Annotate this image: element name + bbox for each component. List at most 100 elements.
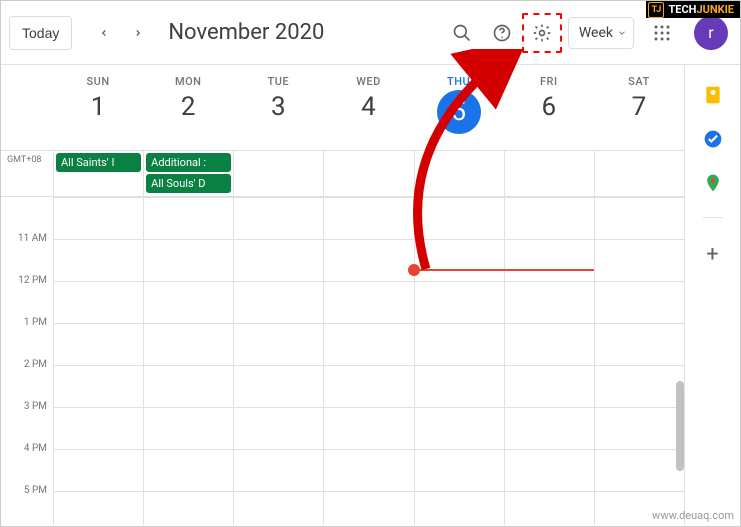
- deuaq-watermark: www.deuaq.com: [652, 509, 734, 522]
- hour-row[interactable]: 12 PM: [1, 281, 684, 323]
- hour-cell[interactable]: [53, 365, 143, 407]
- hour-cell[interactable]: [143, 323, 233, 365]
- apps-grid-icon: [653, 24, 671, 42]
- hour-cell[interactable]: [143, 449, 233, 491]
- hour-cell[interactable]: [143, 365, 233, 407]
- allday-cell-wed[interactable]: [323, 151, 413, 196]
- hour-row[interactable]: 11 AM: [1, 239, 684, 281]
- hour-cell[interactable]: [323, 449, 413, 491]
- help-button[interactable]: [482, 13, 522, 53]
- scrollbar-thumb[interactable]: [676, 381, 684, 471]
- hour-row[interactable]: 1 PM: [1, 323, 684, 365]
- keep-icon[interactable]: [703, 85, 723, 105]
- month-title[interactable]: November 2020: [168, 20, 324, 45]
- search-button[interactable]: [442, 13, 482, 53]
- maps-icon[interactable]: [703, 173, 723, 193]
- hour-label: 12 PM: [1, 275, 53, 317]
- hour-cell[interactable]: [414, 323, 504, 365]
- hour-cell[interactable]: [323, 323, 413, 365]
- hour-cell[interactable]: [594, 197, 684, 239]
- hour-cell[interactable]: [143, 197, 233, 239]
- hour-cell[interactable]: [53, 239, 143, 281]
- hour-cell[interactable]: [323, 197, 413, 239]
- view-dropdown[interactable]: Week: [568, 17, 634, 49]
- allday-cell-sun[interactable]: All Saints' I: [53, 151, 143, 196]
- day-header-fri[interactable]: FRI 6: [504, 65, 594, 150]
- day-header-sun[interactable]: SUN 1: [53, 65, 143, 150]
- allday-cell-thu[interactable]: [414, 151, 504, 196]
- tasks-icon[interactable]: [703, 129, 723, 149]
- hour-cell[interactable]: [504, 197, 594, 239]
- hour-row[interactable]: 3 PM: [1, 407, 684, 449]
- hour-cell[interactable]: [143, 281, 233, 323]
- hour-cell[interactable]: [233, 323, 323, 365]
- hour-cell[interactable]: [53, 407, 143, 449]
- hour-cell[interactable]: [323, 407, 413, 449]
- hour-cell[interactable]: [414, 239, 504, 281]
- hour-cell[interactable]: [594, 407, 684, 449]
- event-chip[interactable]: All Saints' I: [56, 153, 141, 172]
- hour-cell[interactable]: [414, 365, 504, 407]
- hour-cell[interactable]: [414, 197, 504, 239]
- account-avatar[interactable]: r: [694, 16, 728, 50]
- hour-cell[interactable]: [53, 323, 143, 365]
- hour-cell[interactable]: [323, 365, 413, 407]
- google-apps-button[interactable]: [642, 13, 682, 53]
- hour-cell[interactable]: [594, 365, 684, 407]
- hour-cell[interactable]: [53, 197, 143, 239]
- settings-button[interactable]: [522, 13, 562, 53]
- allday-cell-tue[interactable]: [233, 151, 323, 196]
- allday-cell-sat[interactable]: [594, 151, 684, 196]
- hour-row[interactable]: 2 PM: [1, 365, 684, 407]
- hour-cell[interactable]: [504, 323, 594, 365]
- next-week-button[interactable]: [124, 19, 152, 47]
- today-button[interactable]: Today: [9, 16, 72, 50]
- hour-cell[interactable]: [504, 491, 594, 525]
- hour-cell[interactable]: [504, 281, 594, 323]
- day-header-wed[interactable]: WED 4: [323, 65, 413, 150]
- hour-cell[interactable]: [414, 449, 504, 491]
- add-addon-button[interactable]: +: [706, 242, 718, 267]
- hour-cell[interactable]: [53, 281, 143, 323]
- hour-cell[interactable]: [504, 365, 594, 407]
- hour-cell[interactable]: [233, 449, 323, 491]
- hour-cell[interactable]: [233, 239, 323, 281]
- hour-cell[interactable]: [414, 407, 504, 449]
- allday-cell-fri[interactable]: [504, 151, 594, 196]
- hour-cell[interactable]: [504, 407, 594, 449]
- hour-cell[interactable]: [53, 449, 143, 491]
- hour-cell[interactable]: [53, 491, 143, 525]
- hour-cell[interactable]: [233, 197, 323, 239]
- dow-label: MON: [143, 75, 233, 88]
- hour-cell[interactable]: [594, 323, 684, 365]
- day-header-tue[interactable]: TUE 3: [233, 65, 323, 150]
- hour-cell[interactable]: [414, 281, 504, 323]
- hour-cell[interactable]: [143, 491, 233, 525]
- event-chip[interactable]: Additional :: [146, 153, 231, 172]
- hour-cell[interactable]: [143, 239, 233, 281]
- hour-row[interactable]: [1, 197, 684, 239]
- hour-cell[interactable]: [233, 281, 323, 323]
- allday-cell-mon[interactable]: Additional : All Souls' D: [143, 151, 233, 196]
- hour-row[interactable]: 4 PM: [1, 449, 684, 491]
- hour-cell[interactable]: [323, 239, 413, 281]
- day-header-sat[interactable]: SAT 7: [594, 65, 684, 150]
- hour-row[interactable]: 5 PM: [1, 491, 684, 525]
- day-header-mon[interactable]: MON 2: [143, 65, 233, 150]
- hour-cell[interactable]: [594, 449, 684, 491]
- prev-week-button[interactable]: [90, 19, 118, 47]
- event-chip[interactable]: All Souls' D: [146, 174, 231, 193]
- hour-cell[interactable]: [504, 449, 594, 491]
- hour-cell[interactable]: [504, 239, 594, 281]
- day-header-thu[interactable]: THU 5: [414, 65, 504, 150]
- time-grid[interactable]: 11 AM12 PM1 PM2 PM3 PM4 PM5 PM6 PM: [1, 197, 684, 525]
- hour-cell[interactable]: [233, 365, 323, 407]
- hour-cell[interactable]: [143, 407, 233, 449]
- hour-cell[interactable]: [323, 491, 413, 525]
- hour-cell[interactable]: [233, 491, 323, 525]
- hour-cell[interactable]: [414, 491, 504, 525]
- hour-cell[interactable]: [323, 281, 413, 323]
- hour-cell[interactable]: [594, 281, 684, 323]
- hour-cell[interactable]: [594, 239, 684, 281]
- hour-cell[interactable]: [233, 407, 323, 449]
